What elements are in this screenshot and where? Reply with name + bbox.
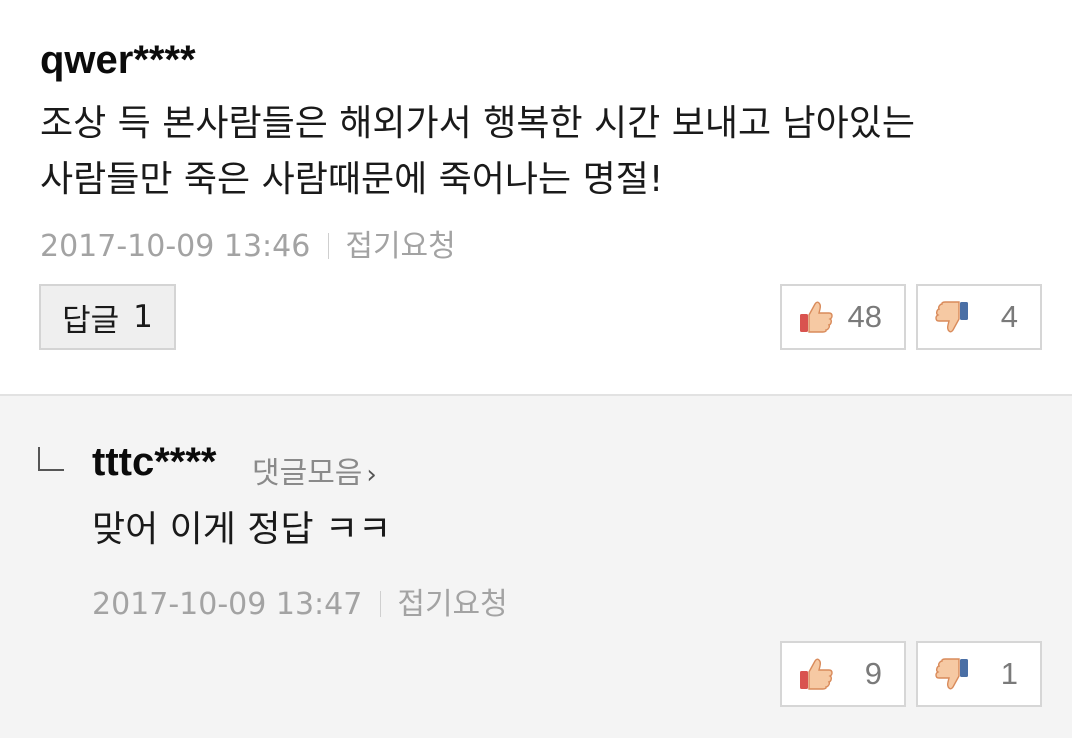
dislike-count: 4 — [1000, 299, 1018, 334]
reply-meta: 2017-10-09 13:47 접기요청 — [92, 579, 508, 623]
like-count: 9 — [864, 656, 882, 691]
like-button[interactable]: 9 — [780, 641, 906, 707]
reply-body: 맞어 이게 정답 ㅋㅋ — [92, 509, 392, 550]
dislike-button[interactable]: 4 — [916, 284, 1042, 350]
comment-body-line: 사람들만 죽은 사람때문에 죽어나는 명절! — [40, 159, 664, 200]
reply-button[interactable]: 답글 1 — [39, 284, 176, 350]
comment-collection-label: 댓글모음 — [252, 456, 363, 491]
reply-button-label: 답글 — [62, 302, 120, 339]
reply-author[interactable]: tttc**** — [92, 440, 216, 485]
reply-item: tttc**** 댓글모음 › 맞어 이게 정답 ㅋㅋ 2017-10-09 13… — [0, 394, 1072, 738]
thumbs-up-icon — [800, 301, 833, 333]
meta-divider — [328, 233, 330, 259]
reply-indent-icon — [38, 447, 64, 471]
like-count: 48 — [847, 299, 882, 334]
comment-body: 조상 득 본사람들은 해외가서 행복한 시간 보내고 남아있는 사람들만 죽은 … — [40, 96, 915, 208]
dislike-count: 1 — [1000, 656, 1018, 691]
dislike-button[interactable]: 1 — [916, 641, 1042, 707]
comment-collection-link[interactable]: 댓글모음 › — [252, 448, 377, 492]
comment-item: qwer**** 조상 득 본사람들은 해외가서 행복한 시간 보내고 남아있는… — [0, 0, 1072, 394]
thumbs-down-icon — [935, 301, 968, 333]
comment-body-line: 조상 득 본사람들은 해외가서 행복한 시간 보내고 남아있는 — [40, 103, 915, 144]
comment-author[interactable]: qwer**** — [40, 38, 196, 83]
meta-divider — [380, 591, 382, 617]
thumbs-down-icon — [935, 658, 968, 690]
chevron-right-icon: › — [366, 460, 377, 490]
like-button[interactable]: 48 — [780, 284, 906, 350]
thumbs-up-icon — [800, 658, 833, 690]
report-link[interactable]: 접기요청 — [345, 229, 455, 264]
report-link[interactable]: 접기요청 — [397, 587, 507, 622]
reply-timestamp: 2017-10-09 13:47 — [92, 587, 363, 622]
reply-count: 1 — [133, 299, 153, 335]
comment-timestamp: 2017-10-09 13:46 — [40, 229, 311, 264]
comment-meta: 2017-10-09 13:46 접기요청 — [40, 221, 456, 265]
